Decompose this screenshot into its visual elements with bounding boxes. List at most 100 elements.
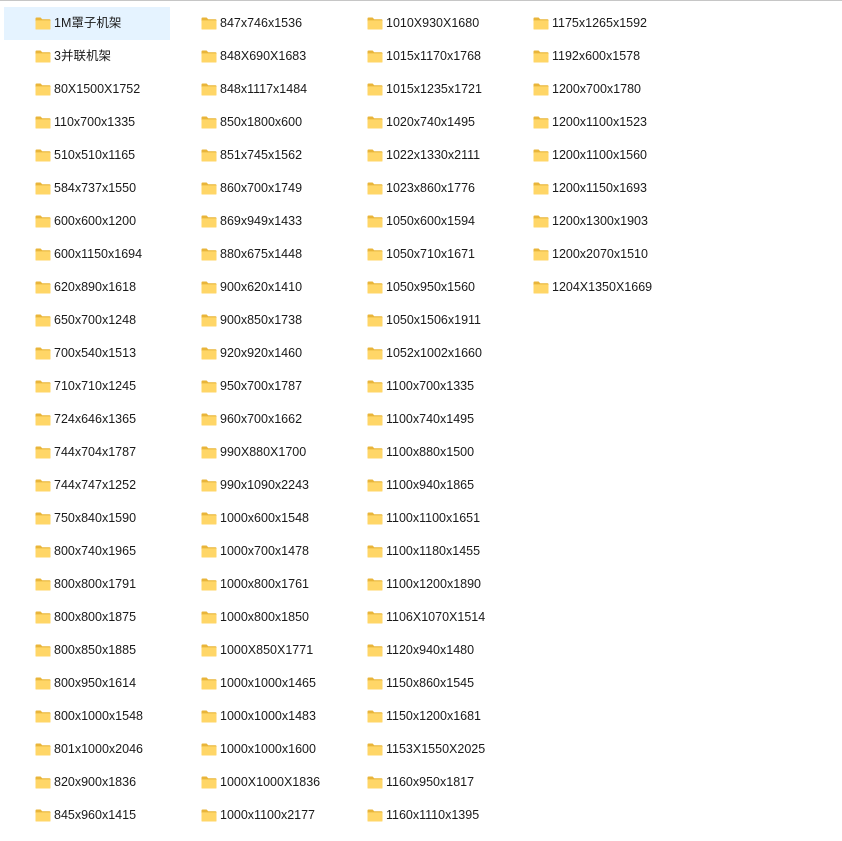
folder-item[interactable]: 1000x800x1761 [170,568,336,601]
folder-item[interactable]: 1050x600x1594 [336,205,502,238]
folder-item[interactable]: 750x840x1590 [4,502,170,535]
folder-item[interactable]: 848x1117x1484 [170,73,336,106]
folder-item[interactable]: 1100x1180x1455 [336,535,502,568]
folder-name: 848x1117x1484 [220,82,308,96]
folder-icon [533,248,549,261]
folder-item[interactable]: 1100x740x1495 [336,403,502,436]
folder-item[interactable]: 990X880X1700 [170,436,336,469]
folder-item[interactable]: 950x700x1787 [170,370,336,403]
folder-icon [367,83,383,96]
folder-item[interactable]: 1050x1506x1911 [336,304,502,337]
folder-item[interactable]: 990x1090x2243 [170,469,336,502]
folder-item[interactable]: 1200x1100x1523 [502,106,668,139]
folder-item[interactable]: 1200x700x1780 [502,73,668,106]
folder-item[interactable]: 80X1500X1752 [4,73,170,106]
folder-item[interactable]: 1050x950x1560 [336,271,502,304]
folder-item[interactable]: 1120x940x1480 [336,634,502,667]
folder-item[interactable]: 1023x860x1776 [336,172,502,205]
folder-grid: 1M罩子机架 3并联机架 80X1500X1752 110x700x1335 510x5… [4,7,838,832]
folder-item[interactable]: 1204X1350X1669 [502,271,668,304]
folder-item[interactable]: 850x1800x600 [170,106,336,139]
folder-item[interactable]: 744x704x1787 [4,436,170,469]
folder-item[interactable]: 1000x1100x2177 [170,799,336,832]
folder-item[interactable]: 1000x1000x1600 [170,733,336,766]
folder-icon [35,281,51,294]
folder-item[interactable]: 1052x1002x1660 [336,337,502,370]
folder-item[interactable]: 1200x2070x1510 [502,238,668,271]
folder-icon [201,149,217,162]
folder-icon [201,512,217,525]
folder-item[interactable]: 800x850x1885 [4,634,170,667]
folder-item[interactable]: 800x740x1965 [4,535,170,568]
folder-item[interactable]: 1200x1300x1903 [502,205,668,238]
folder-item[interactable]: 510x510x1165 [4,139,170,172]
folder-item[interactable]: 1100x880x1500 [336,436,502,469]
folder-item[interactable]: 1192x600x1578 [502,40,668,73]
folder-item[interactable]: 650x700x1248 [4,304,170,337]
folder-item[interactable]: 1175x1265x1592 [502,7,668,40]
folder-item[interactable]: 1160x950x1817 [336,766,502,799]
folder-item[interactable]: 847x746x1536 [170,7,336,40]
folder-item[interactable]: 1M罩子机架 [4,7,170,40]
folder-item[interactable]: 848X690X1683 [170,40,336,73]
folder-item[interactable]: 800x800x1875 [4,601,170,634]
folder-item[interactable]: 1100x1100x1651 [336,502,502,535]
folder-item[interactable]: 584x737x1550 [4,172,170,205]
folder-item[interactable]: 1150x860x1545 [336,667,502,700]
folder-item[interactable]: 800x800x1791 [4,568,170,601]
folder-icon [367,743,383,756]
folder-item[interactable]: 851x745x1562 [170,139,336,172]
folder-item[interactable]: 1106X1070X1514 [336,601,502,634]
folder-item[interactable]: 800x950x1614 [4,667,170,700]
folder-item[interactable]: 1100x940x1865 [336,469,502,502]
folder-item[interactable]: 620x890x1618 [4,271,170,304]
folder-item[interactable]: 1000x800x1850 [170,601,336,634]
folder-item[interactable]: 900x850x1738 [170,304,336,337]
folder-item[interactable]: 1000X1000X1836 [170,766,336,799]
folder-item[interactable]: 724x646x1365 [4,403,170,436]
folder-item[interactable]: 1100x700x1335 [336,370,502,403]
folder-item[interactable]: 1000x1000x1465 [170,667,336,700]
folder-item[interactable]: 1160x1110x1395 [336,799,502,832]
folder-item[interactable]: 1010X930X1680 [336,7,502,40]
folder-item[interactable]: 900x620x1410 [170,271,336,304]
folder-item[interactable]: 1022x1330x2111 [336,139,502,172]
folder-item[interactable]: 1015x1235x1721 [336,73,502,106]
folder-item[interactable]: 960x700x1662 [170,403,336,436]
folder-item[interactable]: 880x675x1448 [170,238,336,271]
folder-item[interactable]: 801x1000x2046 [4,733,170,766]
folder-item[interactable]: 3并联机架 [4,40,170,73]
folder-icon [201,809,217,822]
folder-item[interactable]: 1100x1200x1890 [336,568,502,601]
folder-name: 1100x700x1335 [386,379,475,393]
folder-name: 1000x1000x1465 [220,676,316,690]
folder-item[interactable]: 600x600x1200 [4,205,170,238]
folder-icon [367,281,383,294]
folder-item[interactable]: 1200x1150x1693 [502,172,668,205]
folder-item[interactable]: 1015x1170x1768 [336,40,502,73]
folder-item[interactable]: 1000x1000x1483 [170,700,336,733]
folder-item[interactable]: 1000x600x1548 [170,502,336,535]
folder-icon [533,116,549,129]
folder-item[interactable]: 1200x1100x1560 [502,139,668,172]
folder-item[interactable]: 700x540x1513 [4,337,170,370]
folder-item[interactable]: 1150x1200x1681 [336,700,502,733]
folder-item[interactable]: 600x1150x1694 [4,238,170,271]
folder-item[interactable]: 110x700x1335 [4,106,170,139]
folder-item[interactable]: 710x710x1245 [4,370,170,403]
folder-item[interactable]: 800x1000x1548 [4,700,170,733]
folder-item[interactable]: 1050x710x1671 [336,238,502,271]
folder-item[interactable]: 860x700x1749 [170,172,336,205]
folder-item[interactable]: 869x949x1433 [170,205,336,238]
folder-item[interactable]: 1000X850X1771 [170,634,336,667]
folder-item[interactable]: 1020x740x1495 [336,106,502,139]
folder-item[interactable]: 744x747x1252 [4,469,170,502]
folder-item[interactable]: 1153X1550X2025 [336,733,502,766]
folder-name: 700x540x1513 [54,346,137,360]
folder-name: 1050x710x1671 [386,247,475,261]
folder-item[interactable]: 920x920x1460 [170,337,336,370]
folder-item[interactable]: 820x900x1836 [4,766,170,799]
folder-item[interactable]: 1000x700x1478 [170,535,336,568]
folder-item[interactable]: 845x960x1415 [4,799,170,832]
folder-name: 1050x1506x1911 [386,313,481,327]
